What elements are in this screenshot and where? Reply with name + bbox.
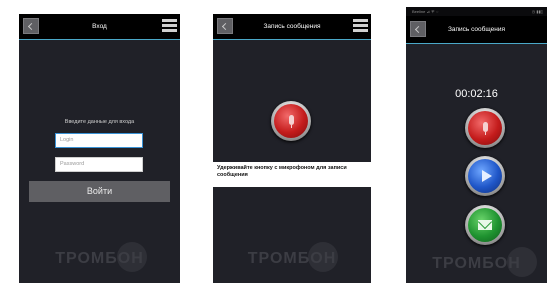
screen-title: Вход xyxy=(92,23,107,30)
hint-tooltip: Удерживайте кнопку с микрофоном для запи… xyxy=(213,162,371,187)
recording-screen: Beeline ⊿ 〒 ◌ ◷ ▮▮▯ Запись сообщения 00:… xyxy=(406,7,547,283)
top-bar: Запись сообщения xyxy=(213,14,371,40)
login-field[interactable]: Login xyxy=(55,133,143,148)
play-icon xyxy=(482,170,492,182)
login-screen: Вход Введите данные для входа Login Pass… xyxy=(19,14,180,283)
carrier-status: Beeline ⊿ 〒 ◌ xyxy=(412,9,439,14)
top-bar: Вход xyxy=(19,14,180,40)
menu-icon[interactable] xyxy=(353,19,368,33)
logo: ТРОМБОН xyxy=(432,255,521,272)
login-button[interactable]: Войти xyxy=(29,181,170,202)
microphone-icon xyxy=(482,122,488,135)
menu-icon[interactable] xyxy=(162,19,177,33)
login-prompt: Введите данные для входа xyxy=(64,119,135,125)
envelope-icon xyxy=(478,220,492,230)
play-button[interactable] xyxy=(465,156,505,196)
screen-title: Запись сообщения xyxy=(263,23,321,30)
logo: ТРОМБОН xyxy=(247,250,337,267)
record-button[interactable] xyxy=(465,108,505,148)
status-bar: Beeline ⊿ 〒 ◌ ◷ ▮▮▯ xyxy=(406,7,547,16)
time-battery-status: ◷ ▮▮▯ xyxy=(531,9,543,14)
microphone-icon xyxy=(288,115,294,128)
screen-title: Запись сообщения xyxy=(447,26,506,33)
record-button[interactable] xyxy=(271,101,311,141)
logo: ТРОМБОН xyxy=(55,250,144,267)
top-bar: Запись сообщения xyxy=(406,16,547,44)
recording-timer: 00:02:16 xyxy=(455,88,498,100)
password-field[interactable]: Password xyxy=(55,157,143,172)
send-button[interactable] xyxy=(465,205,505,245)
record-screen: Запись сообщения Удерживайте кнопку с ми… xyxy=(213,14,371,283)
